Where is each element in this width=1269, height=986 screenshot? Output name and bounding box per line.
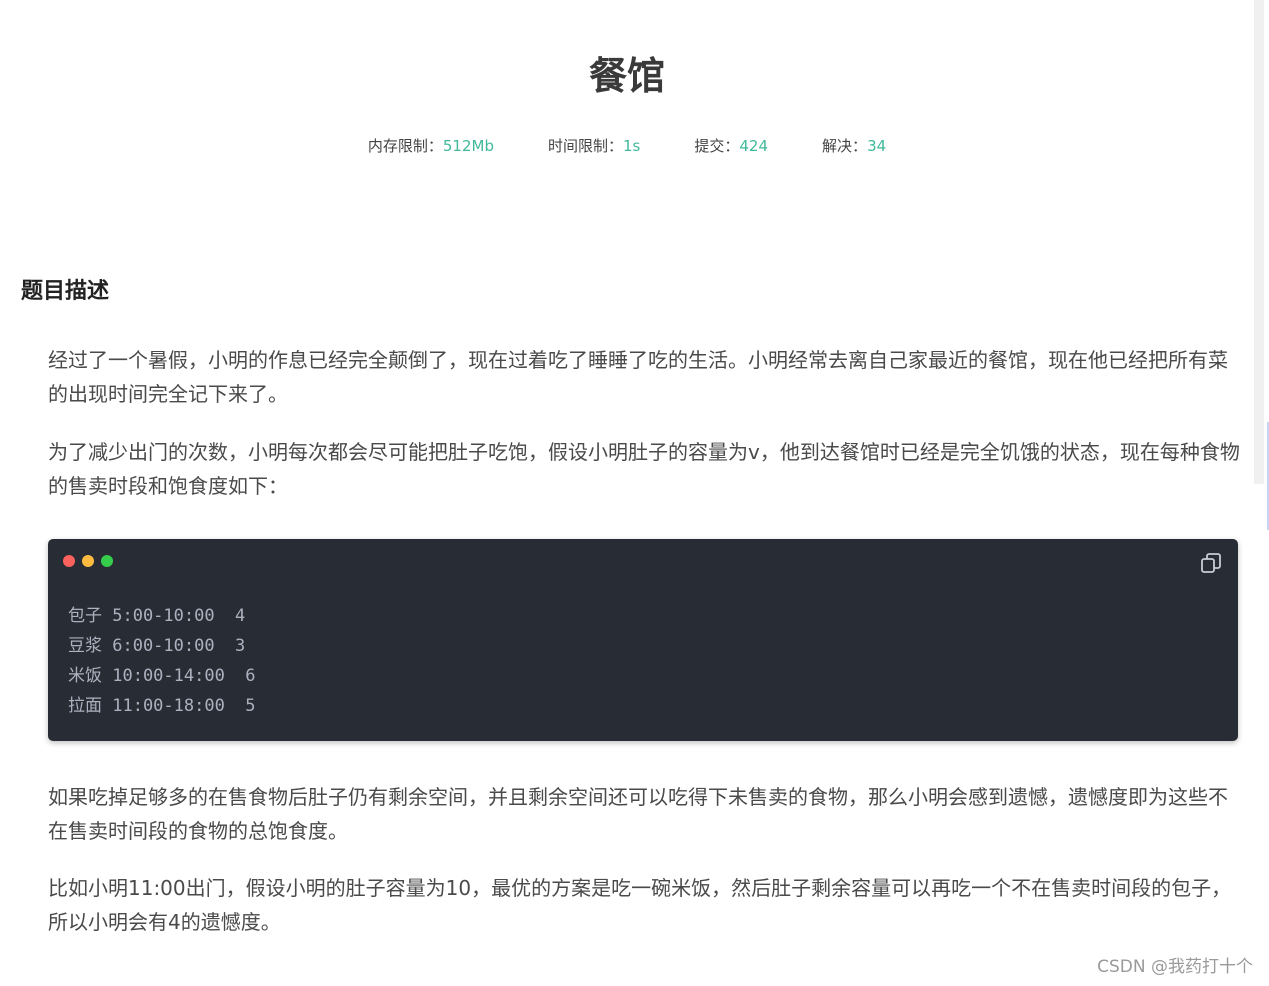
code-line: 米饭 10:00-14:00 6 xyxy=(68,666,256,686)
window-dot-red xyxy=(63,555,75,567)
stat-solved: 解决：34 xyxy=(822,134,886,158)
description-paragraph: 为了减少出门的次数，小明每次都会尽可能把肚子吃饱，假设小明肚子的容量为v，他到达… xyxy=(48,440,1240,498)
code-content: 包子 5:00-10:00 4 豆浆 6:00-10:00 3 米饭 10:00… xyxy=(68,601,256,721)
copy-icon xyxy=(1201,553,1221,573)
stat-value: 424 xyxy=(739,137,769,155)
stat-separator: ： xyxy=(724,137,740,155)
description-paragraph: 经过了一个暑假，小明的作息已经完全颠倒了，现在过着吃了睡睡了吃的生活。小明经常去… xyxy=(48,348,1228,406)
code-line: 豆浆 6:00-10:00 3 xyxy=(68,636,246,656)
code-line: 拉面 11:00-18:00 5 xyxy=(68,696,256,716)
code-line: 包子 5:00-10:00 4 xyxy=(68,606,246,626)
stat-memory-limit: 内存限制：512Mb xyxy=(368,134,494,158)
stat-value: 1s xyxy=(623,137,641,155)
stat-separator: ： xyxy=(607,137,623,155)
stat-label: 提交 xyxy=(694,137,725,155)
code-block: 包子 5:00-10:00 4 豆浆 6:00-10:00 3 米饭 10:00… xyxy=(48,539,1238,741)
stat-value: 512Mb xyxy=(442,137,494,155)
window-dot-green xyxy=(101,555,113,567)
problem-title: 餐馆 xyxy=(588,54,665,98)
stat-submissions: 提交：424 xyxy=(694,134,768,158)
section-heading-description: 题目描述 xyxy=(21,279,110,304)
description-paragraph: 比如小明11:00出门，假设小明的肚子容量为10，最优的方案是吃一碗米饭，然后肚… xyxy=(48,876,1232,934)
stat-value: 34 xyxy=(867,137,887,155)
stat-separator: ： xyxy=(427,137,443,155)
scrollbar-track[interactable] xyxy=(1254,0,1264,484)
stat-label: 解决 xyxy=(822,137,853,155)
watermark: CSDN @我药打十个 xyxy=(1097,957,1253,977)
stat-time-limit: 时间限制：1s xyxy=(548,134,640,158)
window-dot-yellow xyxy=(82,555,94,567)
problem-stats: 内存限制：512Mb 时间限制：1s 提交：424 解决：34 xyxy=(0,134,1254,158)
stat-label: 内存限制 xyxy=(367,137,428,155)
description-paragraph: 如果吃掉足够多的在售食物后肚子仍有剩余空间，并且剩余空间还可以吃得下未售卖的食物… xyxy=(48,785,1228,843)
stat-separator: ： xyxy=(852,137,868,155)
copy-button[interactable] xyxy=(1200,552,1222,574)
stat-label: 时间限制 xyxy=(547,137,608,155)
